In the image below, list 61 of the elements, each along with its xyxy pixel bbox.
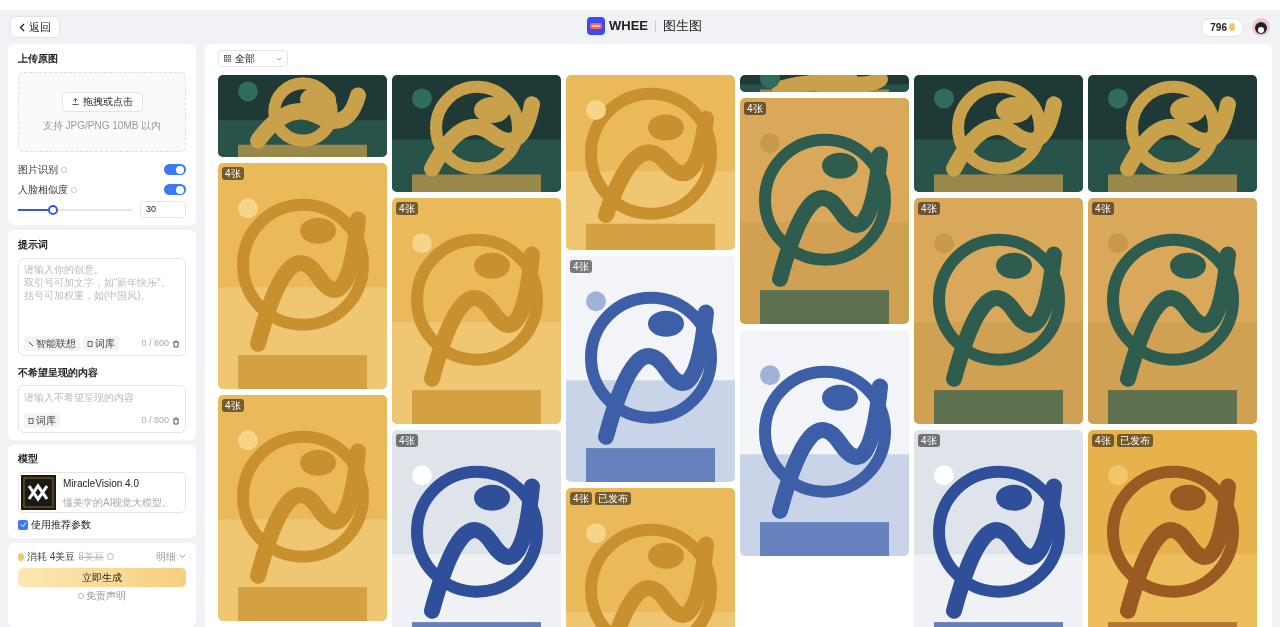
toggle-switch[interactable] — [164, 184, 186, 195]
app-name: WHEE — [609, 17, 648, 35]
back-button[interactable]: 返回 — [10, 16, 60, 38]
image-badge: 已发布 — [1116, 434, 1153, 447]
book-icon — [87, 340, 93, 347]
image-badge: 4张 — [1092, 202, 1114, 215]
filter-dropdown[interactable]: 全部 — [218, 50, 288, 67]
upload-button[interactable]: 拖拽或点击 — [61, 91, 143, 112]
image-badge: 4张 — [396, 434, 418, 447]
section-title: 提示词 — [18, 238, 49, 252]
info-icon — [78, 592, 84, 599]
toggle-label: 人脸相似度 — [18, 183, 68, 197]
section-title: 上传原图 — [18, 52, 59, 66]
toggle-switch[interactable] — [164, 164, 186, 175]
bean-icon — [18, 552, 24, 561]
image-badge: 4张 — [570, 492, 592, 505]
image-badge: 4张 — [396, 202, 418, 215]
model-card[interactable]: MiracleVision 4.0 懂美学的AI视觉大模型。 — [18, 472, 186, 513]
character-count: 0 / 800 — [141, 336, 169, 350]
checkbox[interactable] — [18, 519, 28, 530]
cost-text: 消耗 4美豆 — [27, 550, 76, 564]
delete-icon[interactable] — [172, 416, 180, 425]
library-button[interactable]: 词库 — [83, 336, 119, 351]
chevron-down-icon — [276, 56, 282, 61]
avatar[interactable] — [1252, 18, 1270, 36]
model-name: MiracleVision 4.0 — [63, 476, 140, 491]
image-badge: 4张 — [1092, 434, 1114, 447]
library-button[interactable]: 词库 — [24, 413, 60, 428]
image-badge: 4张 — [918, 434, 940, 447]
generate-button[interactable]: 立即生成 — [18, 568, 186, 587]
chevron-down-icon[interactable] — [179, 554, 186, 559]
page-title: 图生图 — [663, 17, 702, 35]
credits-badge[interactable]: 796 — [1201, 17, 1244, 37]
upload-hint: 支持 JPG/PNG 10MB 以内 — [42, 118, 162, 133]
character-count: 0 / 800 — [141, 413, 169, 427]
section-title: 模型 — [18, 452, 39, 466]
suggest-button[interactable]: 智能联想 — [24, 336, 80, 351]
delete-icon[interactable] — [172, 339, 180, 348]
wand-icon — [28, 340, 34, 347]
image-badge: 4张 — [570, 260, 592, 273]
book-icon — [28, 417, 34, 424]
bean-icon — [1229, 23, 1235, 31]
image-badge: 4张 — [222, 399, 244, 412]
original-cost: 8美豆 — [78, 550, 104, 564]
image-badge: 4张 — [918, 202, 940, 215]
slider-thumb[interactable] — [47, 204, 58, 215]
section-title: 不希望呈现的内容 — [18, 366, 99, 380]
image-badge: 4张 — [744, 102, 766, 115]
model-logo-icon — [21, 475, 56, 510]
grid-icon — [224, 55, 231, 62]
app-logo-icon — [587, 16, 605, 35]
image-badge: 已发布 — [594, 492, 631, 505]
prompt-placeholder: 双引号可加文字，如“新年快乐”。 — [24, 276, 172, 289]
upload-icon — [71, 98, 79, 105]
chevron-left-icon — [19, 22, 25, 32]
image-badge: 4张 — [222, 167, 244, 180]
model-description: 懂美学的AI视觉大模型。 — [63, 495, 173, 510]
checkbox-label: 使用推荐参数 — [31, 518, 91, 532]
toggle-label: 图片识别 — [18, 163, 58, 177]
slider-value-field[interactable]: 30 — [140, 201, 186, 218]
upload-dropzone[interactable]: 拖拽或点击 支持 JPG/PNG 10MB 以内 — [18, 72, 186, 152]
